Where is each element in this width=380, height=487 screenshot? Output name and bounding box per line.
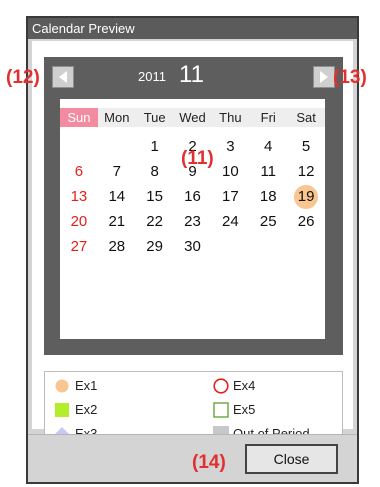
day-cell[interactable]: 15	[136, 184, 174, 209]
day-cell[interactable]: 1	[136, 134, 174, 159]
window-title: Calendar Preview	[28, 18, 357, 39]
day-number: 25	[259, 213, 277, 230]
day-cell[interactable]: 5	[287, 134, 325, 159]
day-number: 30	[184, 238, 201, 255]
week-row: 27 28 29 30	[60, 234, 325, 259]
calendar-grid: Sun Mon Tue Wed Thu Fri Sat 1 2 3 4 5 6 7 8 9 10 1…	[60, 99, 326, 339]
close-button[interactable]: Close	[245, 444, 338, 474]
day-number: 23	[184, 213, 201, 230]
empty-day-cell	[98, 134, 136, 159]
day-number: 10	[222, 163, 239, 180]
legend-label: Ex4	[233, 378, 256, 393]
day-number: 22	[146, 213, 163, 230]
day-cell[interactable]: 26	[287, 209, 325, 234]
outline-circle-icon	[213, 378, 229, 394]
day-number: 19	[297, 188, 315, 205]
callout-calendar: (11)	[181, 148, 214, 169]
day-number: 16	[184, 188, 201, 205]
legend-label: Ex5	[233, 402, 256, 417]
day-cell[interactable]: 22	[136, 209, 174, 234]
day-cell[interactable]: 16	[174, 184, 212, 209]
calendar-frame: 2011 11 Sun Mon Tue Wed Thu Fri Sat 1234…	[44, 57, 343, 355]
filled-square-icon	[55, 403, 69, 417]
weekday-label: Sat	[287, 108, 326, 127]
filled-circle-icon	[55, 379, 69, 393]
day-number: 15	[146, 188, 163, 205]
weekday-label: Sun	[60, 108, 98, 127]
day-cell[interactable]: 12	[287, 159, 325, 184]
day-cell[interactable]: 11	[249, 159, 287, 184]
day-number: 5	[301, 138, 311, 155]
day-number: 26	[297, 213, 315, 230]
day-number: 6	[74, 163, 84, 180]
day-cell[interactable]: 20	[60, 209, 98, 234]
day-number: 4	[264, 138, 273, 155]
day-number: 12	[297, 163, 315, 180]
day-number: 29	[146, 238, 163, 255]
day-cell[interactable]: 27	[60, 234, 98, 259]
day-cell[interactable]: 23	[174, 209, 212, 234]
day-cell[interactable]: 10	[211, 159, 249, 184]
day-cell[interactable]: 28	[98, 234, 136, 259]
day-cell[interactable]: 4	[249, 134, 287, 159]
day-cell[interactable]: 6	[60, 159, 98, 184]
empty-day-cell	[211, 234, 249, 259]
weekday-label: Mon	[97, 108, 136, 127]
callout-next-month: (13)	[333, 67, 367, 88]
day-number: 27	[70, 238, 88, 255]
empty-day-cell	[249, 234, 287, 259]
day-number: 14	[108, 188, 126, 205]
day-cell[interactable]: 21	[98, 209, 136, 234]
legend-label: Ex2	[75, 402, 98, 417]
week-row: 20 21 22 23 24 25 26	[60, 209, 325, 234]
day-number: 18	[259, 188, 277, 205]
arrow-right-icon	[320, 71, 328, 83]
week-row: 13 14 15 16 17 18 19	[60, 184, 325, 209]
day-number: 17	[222, 188, 239, 205]
day-number: 24	[222, 213, 239, 230]
day-number: 3	[226, 138, 235, 155]
weekday-label: Thu	[211, 108, 250, 127]
day-cell[interactable]: 14	[98, 184, 136, 209]
window-content: 2011 11 Sun Mon Tue Wed Thu Fri Sat 1234…	[32, 41, 353, 449]
arrow-left-icon	[59, 71, 67, 83]
weekday-label: Fri	[249, 108, 288, 127]
day-number: 8	[150, 163, 159, 180]
legend-label: Ex1	[75, 378, 98, 393]
year-label: 2011	[138, 69, 166, 84]
day-cell[interactable]: 8	[136, 159, 174, 184]
day-cell[interactable]: 18	[249, 184, 287, 209]
day-number: 1	[150, 138, 159, 155]
day-cell[interactable]: 7	[98, 159, 136, 184]
empty-day-cell	[287, 234, 325, 259]
empty-day-cell	[60, 134, 98, 159]
previous-month-button[interactable]	[52, 66, 74, 88]
month-label: 11	[179, 61, 204, 88]
day-cell[interactable]: 25	[249, 209, 287, 234]
day-number: 21	[108, 213, 126, 230]
day-cell[interactable]: 30	[174, 234, 212, 259]
day-cell[interactable]: 13	[60, 184, 98, 209]
day-cell[interactable]: 29	[136, 234, 174, 259]
day-number: 7	[112, 163, 121, 180]
day-number: 20	[70, 213, 88, 230]
day-cell[interactable]: 3	[211, 134, 249, 159]
weekday-header: Sun Mon Tue Wed Thu Fri Sat	[60, 108, 326, 127]
day-number: 13	[70, 188, 88, 205]
weekday-label: Wed	[173, 108, 212, 127]
calendar-preview-window: Calendar Preview 2011 11 Sun Mon Tue Wed…	[26, 16, 359, 484]
outline-square-icon	[213, 402, 229, 418]
day-number: 28	[108, 238, 126, 255]
weekday-label: Tue	[135, 108, 174, 127]
next-month-button[interactable]	[313, 66, 335, 88]
day-cell[interactable]: 24	[211, 209, 249, 234]
day-number: 11	[260, 163, 277, 180]
callout-prev-month: (12)	[6, 67, 40, 88]
day-cell[interactable]: 17	[211, 184, 249, 209]
day-cell[interactable]: 19	[287, 184, 325, 209]
callout-close: (14)	[192, 452, 226, 473]
